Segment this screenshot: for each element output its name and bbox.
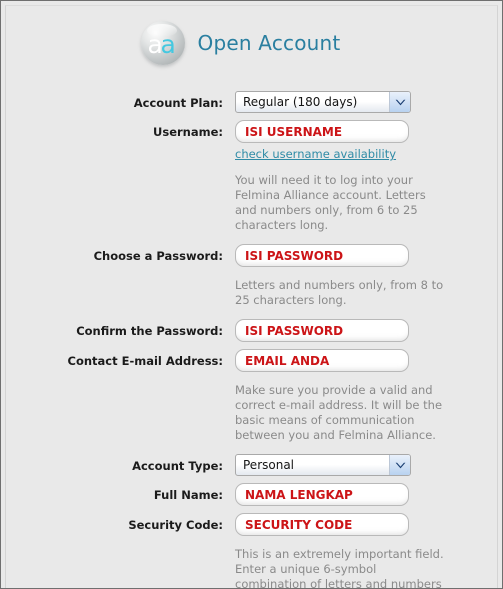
window-frame: a a Open Account Account Plan: Regular (… — [0, 0, 503, 589]
logo-gloss-highlight — [146, 24, 177, 37]
field-email — [231, 349, 497, 372]
username-help-text: You will need it to log into your Felmin… — [235, 173, 426, 232]
row-security-code-help: This is an extremely important field. En… — [6, 543, 497, 589]
row-email-help: Make sure you provide a valid and correc… — [6, 379, 497, 454]
field-username-help: You will need it to log into your Felmin… — [231, 169, 497, 244]
field-confirm-password — [231, 319, 497, 342]
row-full-name: Full Name: — [6, 483, 497, 506]
spacer-email-help — [6, 379, 231, 380]
label-email: Contact E-mail Address: — [67, 354, 224, 368]
page-header: a a Open Account — [6, 6, 497, 65]
security-code-help-text: This is an extremely important field. En… — [235, 547, 444, 589]
page-content: a a Open Account Account Plan: Regular (… — [5, 5, 498, 589]
field-security-code-help: This is an extremely important field. En… — [231, 543, 497, 589]
spacer-security-code-help — [6, 543, 231, 544]
label-account-plan: Account Plan: — [133, 96, 223, 110]
row-account-plan: Account Plan: Regular (180 days) — [6, 91, 497, 113]
label-confirm-password: Confirm the Password: — [76, 324, 223, 338]
email-input[interactable] — [235, 349, 409, 372]
username-input[interactable] — [235, 120, 409, 143]
label-security-code: Security Code: — [128, 518, 223, 532]
row-password: Choose a Password: — [6, 244, 497, 267]
account-plan-select-wrap[interactable]: Regular (180 days) — [235, 91, 411, 113]
aa-sphere-logo: a a — [140, 21, 185, 65]
account-type-select-wrap[interactable]: Personal — [235, 454, 411, 476]
row-username: Username: check username availability — [6, 120, 497, 162]
full-name-input[interactable] — [235, 483, 409, 506]
spacer-password-help — [6, 274, 231, 275]
account-plan-select[interactable]: Regular (180 days) — [235, 91, 411, 113]
account-type-select[interactable]: Personal — [235, 454, 411, 476]
security-code-input[interactable] — [235, 513, 409, 536]
field-account-type: Personal — [231, 454, 497, 476]
field-password — [231, 244, 497, 267]
field-email-help: Make sure you provide a valid and correc… — [231, 379, 497, 454]
field-account-plan: Regular (180 days) — [231, 91, 497, 113]
label-password: Choose a Password: — [93, 249, 223, 263]
label-full-name: Full Name: — [153, 488, 223, 502]
password-input[interactable] — [235, 244, 409, 267]
field-username: check username availability — [231, 120, 497, 162]
confirm-password-input[interactable] — [235, 319, 409, 342]
label-username: Username: — [153, 125, 223, 139]
page-title: Open Account — [197, 31, 341, 55]
label-account-type: Account Type: — [132, 459, 223, 473]
field-security-code — [231, 513, 497, 536]
row-security-code: Security Code: — [6, 513, 497, 536]
field-password-help: Letters and numbers only, from 8 to 25 c… — [231, 274, 497, 319]
spacer-username-help — [6, 169, 231, 170]
row-confirm-password: Confirm the Password: — [6, 319, 497, 342]
email-help-text: Make sure you provide a valid and correc… — [235, 383, 443, 442]
row-password-help: Letters and numbers only, from 8 to 25 c… — [6, 274, 497, 319]
field-full-name — [231, 483, 497, 506]
password-help-text: Letters and numbers only, from 8 to 25 c… — [235, 278, 444, 307]
check-username-availability-link[interactable]: check username availability — [235, 147, 396, 161]
row-username-help: You will need it to log into your Felmin… — [6, 169, 497, 244]
row-email: Contact E-mail Address: — [6, 349, 497, 372]
row-account-type: Account Type: Personal — [6, 454, 497, 476]
open-account-form: Account Plan: Regular (180 days) Usernam… — [6, 91, 497, 589]
